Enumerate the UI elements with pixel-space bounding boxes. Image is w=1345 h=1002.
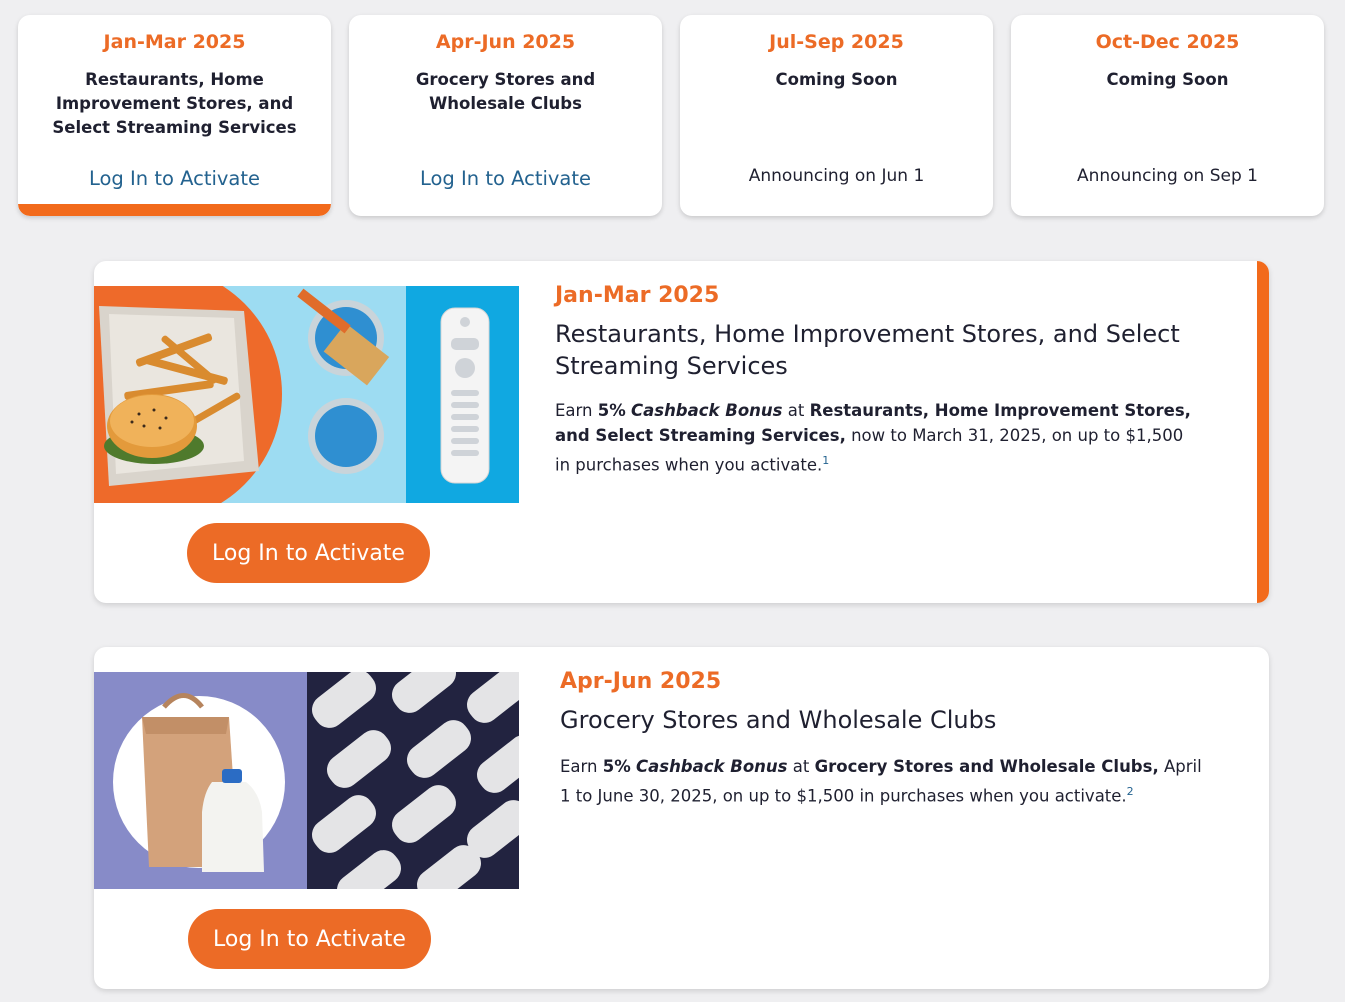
offer-info: Apr-Jun 2025 Grocery Stores and Wholesal…	[560, 669, 1210, 809]
active-tab-indicator	[18, 204, 331, 216]
restaurants-home-streaming-image	[94, 286, 519, 503]
quarter-tabs: Jan-Mar 2025 Restaurants, Home Improveme…	[18, 15, 1327, 217]
tab-quarter: Apr-Jun 2025	[435, 31, 576, 53]
tab-title: Grocery Stores and Wholesale Clubs	[415, 70, 596, 113]
offer-card-jan-mar: Log In to Activate Jan-Mar 2025 Restaura…	[94, 261, 1269, 603]
offer-heading: Grocery Stores and Wholesale Clubs	[560, 706, 997, 734]
tab-announce-text: Announcing on Sep 1	[1076, 166, 1258, 186]
tab-jul-sep[interactable]: Jul-Sep 2025 Coming Soon Announcing on J…	[680, 15, 993, 216]
footnote-link[interactable]: 1	[822, 454, 829, 467]
offer-card-apr-jun: Log In to Activate Apr-Jun 2025 Grocery …	[94, 647, 1269, 989]
offer-description: Earn 5% Cashback Bonus at Grocery Stores…	[560, 757, 1202, 806]
offer-heading: Restaurants, Home Improvement Stores, an…	[555, 320, 1180, 380]
tab-activate-link[interactable]: Log In to Activate	[349, 167, 662, 190]
activate-button[interactable]: Log In to Activate	[188, 909, 431, 969]
tab-apr-jun[interactable]: Apr-Jun 2025 Grocery Stores and Wholesal…	[349, 15, 662, 216]
footnote-link[interactable]: 2	[1127, 785, 1134, 798]
tab-title: Coming Soon	[1106, 70, 1229, 89]
grocery-wholesale-image	[94, 672, 519, 889]
tab-jan-mar[interactable]: Jan-Mar 2025 Restaurants, Home Improveme…	[18, 15, 331, 216]
tab-title: Restaurants, Home Improvement Stores, an…	[52, 70, 297, 137]
tab-announce-text: Announcing on Jun 1	[748, 166, 925, 186]
offer-description: Earn 5% Cashback Bonus at Restaurants, H…	[555, 401, 1191, 475]
tab-activate-link[interactable]: Log In to Activate	[18, 167, 331, 190]
tab-title: Coming Soon	[775, 70, 898, 89]
offer-info: Jan-Mar 2025 Restaurants, Home Improveme…	[555, 283, 1195, 478]
tab-oct-dec[interactable]: Oct-Dec 2025 Coming Soon Announcing on S…	[1011, 15, 1324, 216]
tab-quarter: Jul-Sep 2025	[769, 31, 904, 53]
offer-quarter: Jan-Mar 2025	[555, 283, 720, 308]
offer-quarter: Apr-Jun 2025	[560, 669, 722, 694]
active-card-accent	[1257, 261, 1269, 603]
activate-button[interactable]: Log In to Activate	[187, 523, 430, 583]
tab-quarter: Oct-Dec 2025	[1095, 31, 1240, 53]
tab-quarter: Jan-Mar 2025	[103, 31, 246, 53]
